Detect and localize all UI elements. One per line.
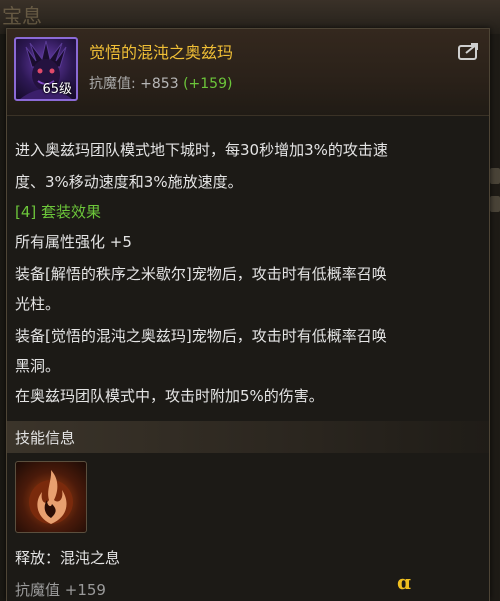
skill-section-header: 技能信息 xyxy=(7,421,489,453)
item-tooltip: 65级 觉悟的混沌之奥兹玛 抗魔值: +853 (+159) 进入奥兹玛团队模式… xyxy=(6,28,490,601)
description-line: 进入奥兹玛团队模式地下城时，每30秒增加3%的攻击速 xyxy=(15,141,388,159)
skill-icon[interactable] xyxy=(15,461,87,533)
description-line: 光柱。 xyxy=(15,295,61,313)
description-line: 度、3%移动速度和3%施放速度。 xyxy=(15,173,243,191)
description-line: 装备[解悟的秩序之米歇尔]宠物后，攻击时有低概率召唤 xyxy=(15,265,387,283)
description-line: 装备[觉悟的混沌之奥兹玛]宠物后，攻击时有低概率召唤 xyxy=(15,327,387,345)
item-name: 觉悟的混沌之奥兹玛 xyxy=(89,43,234,62)
share-icon xyxy=(458,43,478,60)
pet-avatar-icon: 65级 xyxy=(14,37,78,101)
stat-bonus: (+159) xyxy=(183,76,233,92)
description-line: 黑洞。 xyxy=(15,357,61,375)
skill-stat: 抗魔值 +159 xyxy=(15,581,106,599)
set-effect-header: [4] 套装效果 xyxy=(15,203,102,221)
skill-name: 释放：混沌之息 xyxy=(15,549,121,567)
tooltip-header: 65级 觉悟的混沌之奥兹玛 抗魔值: +853 (+159) xyxy=(7,29,489,116)
watermark-logo: ɑ xyxy=(397,570,411,594)
skill-section-title: 技能信息 xyxy=(15,429,76,447)
description-line: 所有属性强化 +5 xyxy=(15,233,132,251)
stat-label: 抗魔值: xyxy=(89,76,136,92)
background-side-icon xyxy=(490,196,500,212)
item-stat-line: 抗魔值: +853 (+159) xyxy=(89,73,232,93)
level-badge: 65级 xyxy=(42,82,72,97)
background-side-icon xyxy=(490,168,500,184)
background-window-title: 宝息 xyxy=(2,4,42,28)
share-button[interactable] xyxy=(457,41,481,61)
description-line: 在奥兹玛团队模式中，攻击时附加5%的伤害。 xyxy=(15,387,324,405)
stat-value: +853 xyxy=(140,76,179,92)
